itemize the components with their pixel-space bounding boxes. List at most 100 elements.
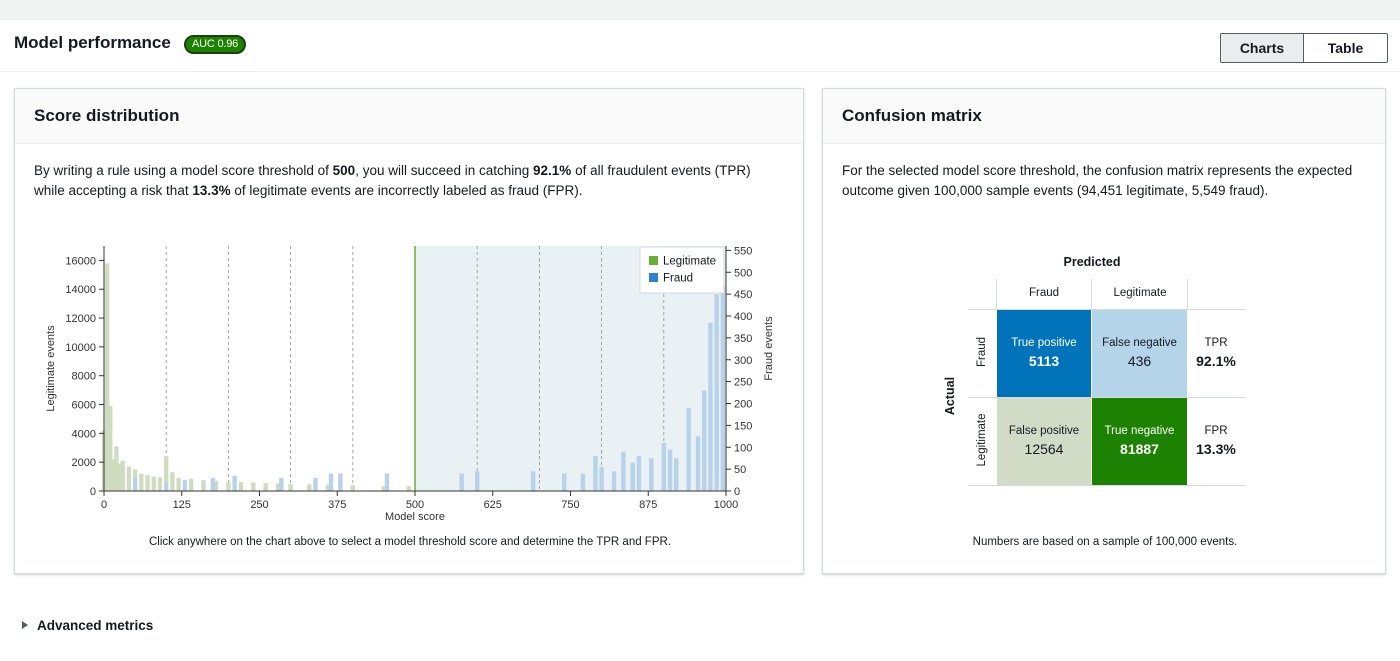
y2-tick-label: 200 bbox=[734, 399, 752, 411]
row-label-fraud: Fraud bbox=[976, 336, 988, 368]
charts-button[interactable]: Charts bbox=[1221, 34, 1304, 62]
legitimate-bar bbox=[145, 475, 150, 491]
tpr-rate-value: 92.1% bbox=[1196, 353, 1236, 369]
legitimate-bar bbox=[176, 478, 181, 491]
matrix-bottom-rule bbox=[968, 485, 1246, 486]
fraud-bar bbox=[649, 458, 654, 491]
tpr-summary: TPR 92.1% bbox=[1187, 310, 1245, 397]
fraud-bar bbox=[636, 456, 642, 491]
legitimate-bar bbox=[139, 473, 144, 491]
y2-tick-label: 50 bbox=[734, 464, 746, 476]
legend-fraud-label: Fraud bbox=[663, 273, 693, 285]
fraud-bar bbox=[132, 477, 138, 491]
legitimate-bar bbox=[406, 486, 411, 491]
fraud-bar bbox=[313, 477, 318, 491]
fraud-bar bbox=[279, 477, 284, 491]
y2-tick-label: 150 bbox=[734, 420, 752, 432]
fpr-value: 13.3% bbox=[192, 183, 231, 198]
true-positive-label: True positive bbox=[1011, 337, 1077, 349]
legitimate-bar bbox=[170, 472, 175, 491]
fraud-bar bbox=[530, 471, 536, 491]
confusion-matrix-panel: Confusion matrix For the selected model … bbox=[822, 88, 1386, 574]
y-tick-label: 12000 bbox=[65, 313, 96, 325]
false-negative-value: 436 bbox=[1127, 353, 1152, 369]
advanced-metrics-toggle[interactable]: Advanced metrics bbox=[22, 618, 153, 633]
auc-badge: AUC 0.96 bbox=[184, 35, 247, 54]
fraud-bar bbox=[562, 473, 567, 491]
fraud-bar bbox=[338, 473, 343, 491]
fraud-bar bbox=[661, 442, 666, 491]
y-axis-title: Legitimate events bbox=[45, 325, 57, 412]
actual-axis-label: Actual bbox=[943, 376, 957, 416]
y-tick-label: 14000 bbox=[65, 284, 96, 296]
y-tick-label: 4000 bbox=[72, 428, 96, 440]
model-performance-container: Model performance AUC 0.96 Charts Table … bbox=[0, 20, 1400, 661]
false-negative-cell: False negative 436 bbox=[1092, 310, 1187, 397]
fraud-bar bbox=[210, 477, 216, 491]
score-distribution-description: By writing a rule using a model score th… bbox=[34, 163, 751, 198]
legend-legitimate-label: Legitimate bbox=[663, 256, 716, 268]
false-negative-label: False negative bbox=[1102, 337, 1177, 349]
fraud-bar bbox=[621, 451, 626, 491]
false-positive-value: 12564 bbox=[1024, 441, 1064, 457]
view-toggle: Charts Table bbox=[1220, 33, 1388, 63]
y-tick-label: 6000 bbox=[72, 400, 96, 412]
x-tick-label: 500 bbox=[406, 499, 424, 511]
fpr-label: FPR bbox=[1204, 425, 1228, 437]
y2-axis-title: Fraud events bbox=[763, 316, 775, 381]
legitimate-bar bbox=[226, 481, 231, 491]
fraud-bar bbox=[708, 322, 713, 491]
y2-tick-label: 100 bbox=[734, 442, 752, 454]
x-tick-label: 125 bbox=[173, 499, 191, 511]
y2-tick-label: 0 bbox=[734, 486, 740, 498]
fraud-bar bbox=[702, 390, 707, 491]
chart-hint: Click anywhere on the chart above to sel… bbox=[148, 536, 672, 548]
advanced-metrics-label: Advanced metrics bbox=[37, 618, 154, 633]
fpr-summary: FPR 13.3% bbox=[1187, 398, 1245, 485]
true-negative-cell: True negative 81887 bbox=[1092, 398, 1187, 485]
score-distribution-chart[interactable]: 0 125 250 375 500 625 750 875 100002000400060008… bbox=[15, 229, 805, 539]
x-tick-label: 875 bbox=[639, 499, 657, 511]
column-label-legitimate: Legitimate bbox=[1113, 287, 1167, 299]
fraud-bar bbox=[686, 407, 691, 491]
fraud-bar bbox=[182, 480, 188, 491]
fraud-bar bbox=[599, 466, 604, 491]
confusion-matrix: Predicted Fraud Legitimate Actual Fraud … bbox=[823, 89, 1387, 575]
y-tick-label: 2000 bbox=[72, 457, 96, 469]
fraud-bar bbox=[328, 473, 334, 491]
x-axis-title: Model score bbox=[385, 511, 445, 523]
legitimate-bar bbox=[201, 480, 206, 491]
fraud-bar bbox=[630, 462, 635, 491]
row-label-legitimate: Legitimate bbox=[976, 413, 988, 467]
legitimate-bar bbox=[307, 484, 312, 491]
x-tick-label: 0 bbox=[101, 499, 107, 511]
fraud-bar bbox=[720, 285, 726, 491]
x-tick-label: 750 bbox=[561, 499, 579, 511]
y-tick-label: 10000 bbox=[65, 342, 96, 354]
true-positive-cell: True positive 5113 bbox=[997, 310, 1091, 397]
true-negative-value: 81887 bbox=[1120, 441, 1159, 457]
legend-legitimate-swatch bbox=[649, 256, 658, 265]
predicted-axis-label: Predicted bbox=[1063, 255, 1121, 269]
fraud-bar bbox=[475, 471, 480, 491]
y2-tick-label: 500 bbox=[734, 267, 752, 279]
legitimate-bar bbox=[157, 477, 163, 491]
true-positive-value: 5113 bbox=[1028, 353, 1060, 369]
y2-tick-label: 400 bbox=[734, 311, 752, 323]
fraud-bar bbox=[459, 473, 464, 491]
fraud-bar bbox=[695, 436, 701, 491]
y2-tick-label: 250 bbox=[734, 377, 752, 389]
threshold-value: 500 bbox=[332, 163, 356, 178]
legitimate-bar bbox=[263, 483, 268, 491]
fraud-bar bbox=[580, 473, 586, 491]
chart-legend: Legitimate Fraud bbox=[639, 246, 725, 294]
section-title: Model performance bbox=[14, 33, 171, 52]
y-tick-label: 0 bbox=[90, 486, 96, 498]
fraud-bar bbox=[667, 449, 673, 491]
table-button[interactable]: Table bbox=[1304, 34, 1387, 62]
score-distribution-title: Score distribution bbox=[15, 89, 803, 144]
x-tick-label: 1000 bbox=[714, 499, 738, 511]
y2-tick-label: 350 bbox=[734, 333, 752, 345]
tpr-label: TPR bbox=[1204, 337, 1228, 349]
y2-tick-label: 550 bbox=[734, 245, 752, 257]
